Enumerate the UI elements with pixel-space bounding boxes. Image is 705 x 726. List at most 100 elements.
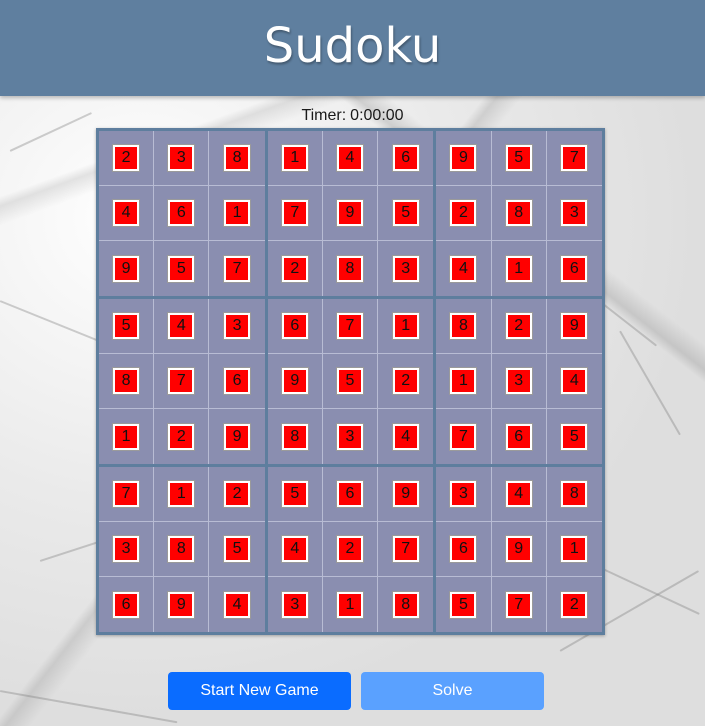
- number-tile[interactable]: 6: [449, 535, 478, 563]
- number-tile[interactable]: 7: [504, 590, 533, 619]
- number-tile[interactable]: 3: [280, 590, 309, 619]
- sudoku-cell[interactable]: 4: [491, 467, 547, 522]
- number-tile[interactable]: 6: [280, 312, 309, 340]
- sudoku-cell[interactable]: 5: [209, 522, 265, 577]
- sudoku-cell[interactable]: 2: [322, 522, 379, 577]
- sudoku-cell[interactable]: 3: [99, 522, 155, 577]
- sudoku-cell[interactable]: 3: [436, 467, 492, 522]
- number-tile[interactable]: 4: [112, 199, 141, 227]
- number-tile[interactable]: 5: [167, 254, 196, 283]
- sudoku-cell[interactable]: 1: [323, 577, 379, 632]
- sudoku-cell[interactable]: 5: [99, 299, 155, 354]
- sudoku-cell[interactable]: 5: [491, 131, 547, 186]
- sudoku-cell[interactable]: 2: [99, 131, 155, 186]
- number-tile[interactable]: 3: [449, 480, 478, 508]
- sudoku-cell[interactable]: 8: [491, 186, 547, 241]
- sudoku-cell[interactable]: 3: [209, 299, 265, 354]
- sudoku-cell[interactable]: 8: [268, 409, 323, 464]
- sudoku-cell[interactable]: 6: [154, 186, 210, 241]
- number-tile[interactable]: 1: [112, 422, 141, 451]
- number-tile[interactable]: 1: [280, 144, 309, 172]
- sudoku-cell[interactable]: 9: [436, 131, 492, 186]
- sudoku-cell[interactable]: 7: [492, 577, 547, 632]
- sudoku-cell[interactable]: 6: [322, 467, 379, 522]
- sudoku-cell[interactable]: 8: [154, 522, 210, 577]
- number-tile[interactable]: 5: [280, 480, 309, 508]
- number-tile[interactable]: 4: [391, 422, 420, 451]
- number-tile[interactable]: 7: [280, 199, 309, 227]
- sudoku-cell[interactable]: 1: [154, 467, 210, 522]
- number-tile[interactable]: 1: [223, 199, 252, 227]
- sudoku-cell[interactable]: 1: [99, 409, 155, 464]
- sudoku-cell[interactable]: 6: [436, 522, 492, 577]
- number-tile[interactable]: 5: [391, 199, 420, 227]
- number-tile[interactable]: 9: [504, 535, 533, 563]
- sudoku-cell[interactable]: 9: [209, 409, 264, 464]
- sudoku-cell[interactable]: 8: [99, 354, 155, 409]
- sudoku-cell[interactable]: 9: [154, 577, 210, 632]
- sudoku-cell[interactable]: 1: [436, 354, 492, 409]
- number-tile[interactable]: 2: [223, 480, 252, 508]
- number-tile[interactable]: 4: [223, 590, 252, 619]
- sudoku-cell[interactable]: 1: [209, 186, 265, 241]
- sudoku-cell[interactable]: 5: [267, 467, 323, 522]
- sudoku-cell[interactable]: 3: [268, 577, 323, 632]
- number-tile[interactable]: 4: [335, 144, 364, 172]
- sudoku-cell[interactable]: 8: [378, 577, 433, 632]
- number-tile[interactable]: 9: [335, 199, 364, 227]
- sudoku-cell[interactable]: 7: [322, 299, 379, 354]
- number-tile[interactable]: 8: [449, 312, 478, 340]
- number-tile[interactable]: 6: [335, 480, 364, 508]
- sudoku-cell[interactable]: 7: [436, 409, 492, 464]
- number-tile[interactable]: 8: [112, 367, 141, 395]
- number-tile[interactable]: 3: [391, 254, 420, 283]
- number-tile[interactable]: 2: [391, 367, 420, 395]
- number-tile[interactable]: 8: [335, 254, 364, 283]
- sudoku-cell[interactable]: 2: [209, 467, 265, 522]
- number-tile[interactable]: 4: [504, 480, 533, 508]
- sudoku-cell[interactable]: 8: [209, 131, 265, 186]
- number-tile[interactable]: 3: [335, 422, 364, 451]
- sudoku-cell[interactable]: 4: [436, 241, 492, 296]
- number-tile[interactable]: 3: [504, 367, 533, 395]
- sudoku-cell[interactable]: 6: [547, 241, 602, 296]
- sudoku-cell[interactable]: 9: [491, 522, 547, 577]
- sudoku-cell[interactable]: 3: [378, 241, 433, 296]
- sudoku-cell[interactable]: 7: [378, 522, 434, 577]
- sudoku-cell[interactable]: 9: [267, 354, 323, 409]
- sudoku-cell[interactable]: 6: [209, 354, 265, 409]
- number-tile[interactable]: 7: [223, 254, 252, 283]
- number-tile[interactable]: 7: [560, 144, 589, 172]
- number-tile[interactable]: 9: [391, 480, 420, 508]
- number-tile[interactable]: 9: [560, 312, 589, 340]
- number-tile[interactable]: 1: [504, 254, 533, 283]
- sudoku-cell[interactable]: 7: [154, 354, 210, 409]
- sudoku-cell[interactable]: 4: [99, 186, 155, 241]
- number-tile[interactable]: 7: [335, 312, 364, 340]
- solve-button[interactable]: Solve: [361, 672, 544, 710]
- sudoku-cell[interactable]: 7: [209, 241, 264, 296]
- sudoku-cell[interactable]: 7: [546, 131, 602, 186]
- sudoku-cell[interactable]: 4: [209, 577, 264, 632]
- sudoku-cell[interactable]: 6: [378, 131, 434, 186]
- number-tile[interactable]: 4: [280, 535, 309, 563]
- number-tile[interactable]: 4: [449, 254, 478, 283]
- number-tile[interactable]: 9: [167, 590, 196, 619]
- number-tile[interactable]: 4: [167, 312, 196, 340]
- number-tile[interactable]: 5: [560, 422, 589, 451]
- sudoku-cell[interactable]: 9: [322, 186, 379, 241]
- sudoku-cell[interactable]: 6: [99, 577, 155, 632]
- sudoku-cell[interactable]: 3: [546, 186, 602, 241]
- number-tile[interactable]: 2: [504, 312, 533, 340]
- number-tile[interactable]: 9: [112, 254, 141, 283]
- number-tile[interactable]: 6: [223, 367, 252, 395]
- sudoku-cell[interactable]: 2: [268, 241, 323, 296]
- number-tile[interactable]: 6: [391, 144, 420, 172]
- number-tile[interactable]: 1: [335, 590, 364, 619]
- number-tile[interactable]: 8: [504, 199, 533, 227]
- sudoku-cell[interactable]: 4: [378, 409, 433, 464]
- sudoku-cell[interactable]: 2: [154, 409, 210, 464]
- number-tile[interactable]: 1: [449, 367, 478, 395]
- number-tile[interactable]: 2: [280, 254, 309, 283]
- sudoku-cell[interactable]: 6: [267, 299, 323, 354]
